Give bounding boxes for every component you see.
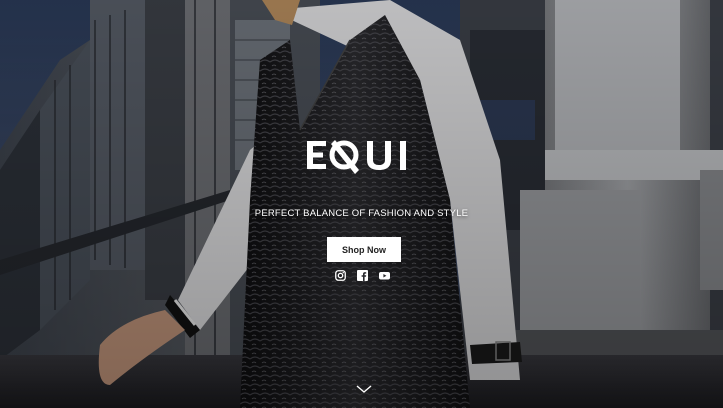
equi-logo-mark — [306, 140, 406, 174]
hero-section: PERFECT BALANCE OF FASHION AND STYLE Sho… — [0, 0, 723, 408]
hero-tagline: PERFECT BALANCE OF FASHION AND STYLE — [254, 208, 469, 219]
facebook-icon[interactable] — [357, 268, 368, 281]
scroll-down-chevron-icon[interactable] — [355, 382, 373, 394]
instagram-icon[interactable] — [335, 268, 346, 281]
hero-content: PERFECT BALANCE OF FASHION AND STYLE Sho… — [0, 0, 723, 408]
shop-now-button[interactable]: Shop Now — [327, 237, 401, 262]
social-links — [335, 268, 390, 281]
youtube-icon[interactable] — [379, 268, 390, 280]
brand-logo[interactable] — [0, 136, 723, 176]
